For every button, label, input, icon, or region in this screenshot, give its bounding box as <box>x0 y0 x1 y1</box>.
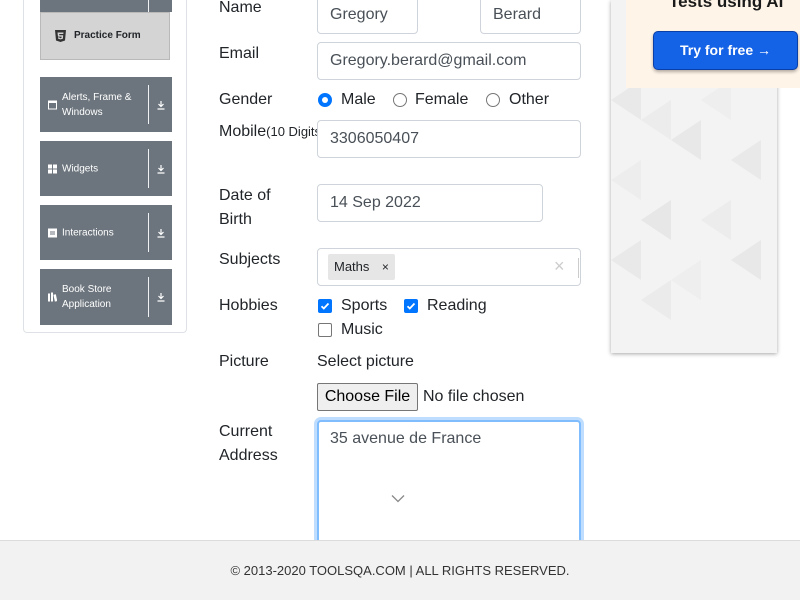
sidebar: Practice Form Alerts, Frame & Windows Wi… <box>23 0 187 333</box>
sidebar-item-label: Practice Form <box>74 30 141 41</box>
sidebar-separator <box>148 85 149 124</box>
download-arrow-icon[interactable] <box>156 100 166 110</box>
download-arrow-icon[interactable] <box>156 228 166 238</box>
mobile-label: Mobile(10 Digits) <box>219 120 325 144</box>
current-address-label: Current Address <box>219 420 278 468</box>
subject-tag: Maths × <box>328 254 396 280</box>
dob-label: Date of Birth <box>219 184 271 232</box>
dob-label-line1: Date of <box>219 187 271 204</box>
email-label: Email <box>219 45 260 62</box>
picture-label: Picture <box>219 353 269 370</box>
sidebar-group-label: Interactions <box>62 227 114 238</box>
gender-male-radio[interactable] <box>318 93 332 107</box>
sidebar-separator <box>148 0 149 12</box>
gender-other-label[interactable]: Other <box>509 90 549 110</box>
mobile-input[interactable]: 3306050407 <box>317 120 581 158</box>
dob-label-line2: Birth <box>219 211 252 228</box>
chevron-down-icon <box>391 495 405 503</box>
sidebar-item-practice-form[interactable]: Practice Form <box>40 12 170 60</box>
list-icon <box>48 228 57 237</box>
gender-female-label[interactable]: Female <box>415 90 468 110</box>
window-icon <box>48 100 57 109</box>
gender-female-radio[interactable] <box>393 93 407 107</box>
last-name-input[interactable]: Berard <box>480 0 581 34</box>
sidebar-group-label: Book Store Application <box>62 284 112 310</box>
clear-subjects-icon[interactable]: × <box>554 256 565 277</box>
name-label: Name <box>219 0 262 16</box>
sidebar-group-alerts-frame-windows[interactable]: Alerts, Frame & Windows <box>40 77 172 132</box>
current-address-textarea[interactable]: 35 avenue de France <box>317 420 581 555</box>
sidebar-group-forms[interactable] <box>40 0 172 12</box>
subjects-separator <box>578 258 579 278</box>
current-address-label-line2: Address <box>219 447 278 464</box>
sidebar-separator <box>148 149 149 188</box>
sidebar-group-interactions[interactable]: Interactions <box>40 205 172 260</box>
grid-icon <box>48 164 57 173</box>
gender-other-radio[interactable] <box>486 93 500 107</box>
download-arrow-icon[interactable] <box>156 292 166 302</box>
sidebar-group-book-store-application[interactable]: Book Store Application <box>40 269 172 325</box>
sidebar-separator <box>148 277 149 317</box>
checkmark-icon <box>320 302 330 310</box>
mobile-label-text: Mobile <box>219 123 267 140</box>
footer: © 2013-2020 TOOLSQA.COM | ALL RIGHTS RES… <box>0 540 800 600</box>
try-for-free-button[interactable]: Try for free → <box>653 31 798 70</box>
hobby-sports-checkbox[interactable] <box>318 299 332 313</box>
book-icon <box>48 292 57 302</box>
hobby-music-label[interactable]: Music <box>341 320 383 340</box>
sidebar-group-label: Widgets <box>62 163 99 174</box>
footer-copyright: © 2013-2020 TOOLSQA.COM | ALL RIGHTS RES… <box>230 563 570 578</box>
subjects-label: Subjects <box>219 251 281 268</box>
select-picture-text: Select picture <box>317 353 414 370</box>
gender-male-label[interactable]: Male <box>341 90 376 110</box>
html5-icon <box>55 30 66 42</box>
date-of-birth-input[interactable]: 14 Sep 2022 <box>317 184 543 222</box>
gender-label: Gender <box>219 91 273 108</box>
hobby-sports-label[interactable]: Sports <box>341 296 387 316</box>
sidebar-separator <box>148 213 149 252</box>
email-input[interactable]: Gregory.berard@gmail.com <box>317 42 581 80</box>
no-file-text: No file chosen <box>423 388 525 405</box>
hobby-music-checkbox[interactable] <box>318 323 332 337</box>
hobbies-label: Hobbies <box>219 297 278 314</box>
download-arrow-icon[interactable] <box>156 164 166 174</box>
current-address-label-line1: Current <box>219 423 273 440</box>
sidebar-group-label: Alerts, Frame & Windows <box>62 91 132 118</box>
first-name-input[interactable]: Gregory <box>317 0 418 34</box>
remove-tag-icon[interactable]: × <box>375 254 395 280</box>
hobby-reading-label[interactable]: Reading <box>427 296 487 316</box>
choose-file-button[interactable]: Choose File <box>317 383 418 411</box>
subject-tag-label: Maths <box>334 259 370 274</box>
checkmark-icon <box>406 302 416 310</box>
ad-headline: Tests using AI <box>669 0 784 11</box>
hobby-reading-checkbox[interactable] <box>404 299 418 313</box>
sidebar-group-widgets[interactable]: Widgets <box>40 141 172 196</box>
